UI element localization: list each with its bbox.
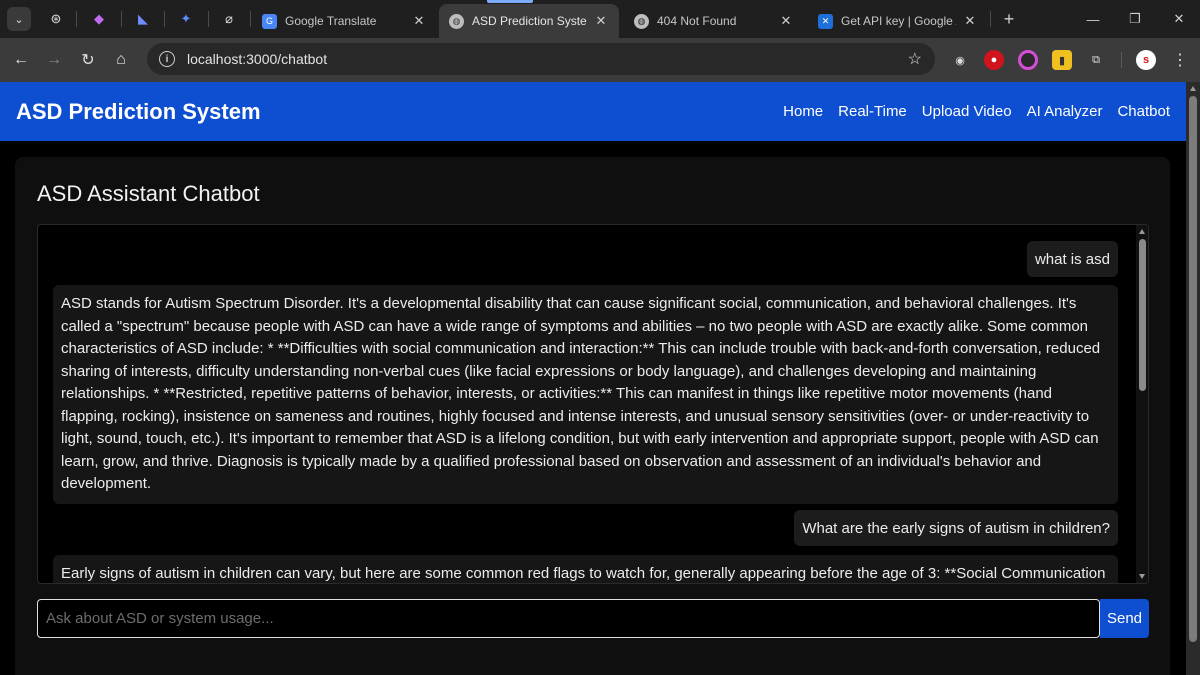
close-window-icon[interactable]: ✕ xyxy=(1164,6,1194,32)
scroll-up-arrow-icon[interactable] xyxy=(1190,86,1196,91)
nav-link-ai-analyzer[interactable]: AI Analyzer xyxy=(1027,103,1103,120)
globe-favicon-icon: ◍ xyxy=(634,13,649,29)
bookmark-star-icon[interactable]: ☆ xyxy=(908,49,922,69)
nav-link-upload-video[interactable]: Upload Video xyxy=(922,103,1012,120)
copilot-pinned-tab-icon[interactable]: ◆ xyxy=(88,8,110,30)
tab-404-not-found[interactable]: ◍ 404 Not Found ✕ xyxy=(624,4,804,38)
close-tab-icon[interactable]: ✕ xyxy=(593,13,609,29)
chat-scrollbar[interactable] xyxy=(1136,225,1148,583)
chatbot-card: ASD Assistant Chatbot what is asd ASD st… xyxy=(15,157,1170,675)
pinned-tab-icon[interactable]: ◣ xyxy=(132,8,154,30)
chat-message-input[interactable] xyxy=(37,599,1100,638)
tab-divider xyxy=(990,11,991,27)
user-message: what is asd xyxy=(1026,241,1118,277)
profile-avatar[interactable]: s xyxy=(1136,50,1156,70)
tab-divider xyxy=(76,11,77,27)
scroll-down-arrow-icon[interactable] xyxy=(1139,574,1145,579)
tab-divider xyxy=(121,11,122,27)
close-tab-icon[interactable]: ✕ xyxy=(962,13,978,29)
site-info-icon[interactable]: i xyxy=(159,51,175,67)
tab-search-button[interactable]: ⌄ xyxy=(7,7,31,31)
active-tab-indicator xyxy=(487,0,533,3)
tab-divider xyxy=(250,11,251,27)
browser-tab-strip: ⌄ ⊛ ◆ ◣ ✦ ⌀ G Google Translate ✕ ◍ ASD P… xyxy=(0,0,1200,38)
google-ai-studio-favicon-icon: ✕ xyxy=(818,13,833,29)
bot-message: Early signs of autism in children can va… xyxy=(53,555,1118,583)
tab-google-translate[interactable]: G Google Translate ✕ xyxy=(252,4,437,38)
tab-title: Get API key | Google AI xyxy=(841,14,956,28)
extension-icon[interactable]: ▮ xyxy=(1052,50,1072,70)
browser-menu-icon[interactable]: ⋮ xyxy=(1170,50,1190,70)
page-viewport: ASD Prediction System Home Real-Time Upl… xyxy=(0,82,1200,675)
chatgpt-pinned-tab-icon[interactable]: ⊛ xyxy=(45,8,67,30)
tab-title: ASD Prediction System xyxy=(472,14,587,28)
color-picker-extension-icon[interactable] xyxy=(1018,50,1038,70)
tab-divider xyxy=(164,11,165,27)
chat-scrollbar-thumb[interactable] xyxy=(1139,239,1146,391)
tab-title: Google Translate xyxy=(285,14,377,28)
address-bar[interactable]: i localhost:3000/chatbot ☆ xyxy=(147,43,935,75)
close-tab-icon[interactable]: ✕ xyxy=(778,13,794,29)
google-translate-favicon-icon: G xyxy=(262,13,277,29)
page-scrollbar-thumb[interactable] xyxy=(1189,96,1197,642)
address-bar-url[interactable]: localhost:3000/chatbot xyxy=(187,51,327,67)
nav-link-chatbot[interactable]: Chatbot xyxy=(1117,103,1170,120)
back-arrow-icon[interactable]: ← xyxy=(9,48,33,72)
adblock-extension-icon[interactable]: ● xyxy=(984,50,1004,70)
pinned-tab-icon[interactable]: ⌀ xyxy=(218,8,240,30)
send-button[interactable]: Send xyxy=(1100,599,1149,638)
page-scrollbar[interactable] xyxy=(1186,82,1200,675)
tab-get-api-key[interactable]: ✕ Get API key | Google AI ✕ xyxy=(808,4,988,38)
site-navbar: ASD Prediction System Home Real-Time Upl… xyxy=(0,82,1186,141)
toolbar-divider xyxy=(1121,52,1122,68)
restore-window-icon[interactable]: ❐ xyxy=(1120,6,1150,32)
new-tab-button[interactable]: + xyxy=(998,8,1020,30)
chat-input-row: Send xyxy=(37,599,1149,638)
chatbot-title: ASD Assistant Chatbot xyxy=(37,181,260,206)
globe-favicon-icon: ◍ xyxy=(449,13,464,29)
gemini-pinned-tab-icon[interactable]: ✦ xyxy=(175,8,197,30)
browser-toolbar: ← → ↻ ⌂ i localhost:3000/chatbot ☆ ◉ ● ▮… xyxy=(0,38,1200,82)
extensions-puzzle-icon[interactable]: ⧉ xyxy=(1086,50,1106,70)
nav-links: Home Real-Time Upload Video AI Analyzer … xyxy=(783,103,1170,120)
brand-logo-text[interactable]: ASD Prediction System xyxy=(16,99,261,125)
scroll-up-arrow-icon[interactable] xyxy=(1139,229,1145,234)
tab-title: 404 Not Found xyxy=(657,14,737,28)
nav-link-home[interactable]: Home xyxy=(783,103,823,120)
bot-message: ASD stands for Autism Spectrum Disorder.… xyxy=(53,285,1118,504)
user-message: What are the early signs of autism in ch… xyxy=(794,510,1118,546)
close-tab-icon[interactable]: ✕ xyxy=(411,13,427,29)
minimize-window-icon[interactable]: — xyxy=(1078,6,1108,32)
home-icon[interactable]: ⌂ xyxy=(109,48,133,72)
incognito-extension-icon[interactable]: ◉ xyxy=(950,50,970,70)
chat-messages-panel[interactable]: what is asd ASD stands for Autism Spectr… xyxy=(37,224,1149,584)
nav-link-real-time[interactable]: Real-Time xyxy=(838,103,907,120)
reload-icon[interactable]: ↻ xyxy=(76,48,100,72)
tab-asd-prediction-system[interactable]: ◍ ASD Prediction System ✕ xyxy=(439,4,619,38)
tab-divider xyxy=(208,11,209,27)
forward-arrow-icon[interactable]: → xyxy=(42,48,66,72)
